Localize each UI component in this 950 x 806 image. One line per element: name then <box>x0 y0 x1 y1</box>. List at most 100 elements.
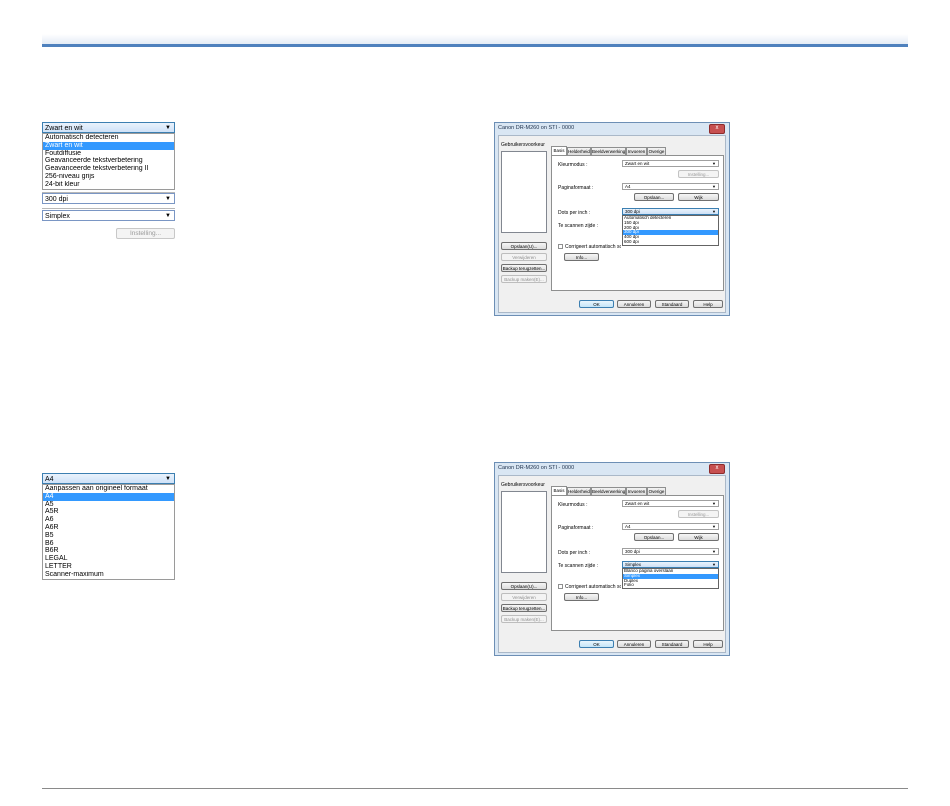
list-option[interactable]: Folio <box>623 583 718 588</box>
dpi-label: Dots per inch : <box>558 550 591 556</box>
color-mode-value: Zwart en wit <box>625 501 650 506</box>
page-size-list[interactable]: Aanpassen aan origineel formaat A4 A5 A5R A6… <box>42 484 175 580</box>
backup-make-button[interactable]: Backup maken(E)... <box>501 615 547 623</box>
scanner-dialog-side: Canon DR-M260 on STI - 0000 x Gebruikers… <box>494 462 730 656</box>
footer-rule <box>42 788 908 789</box>
color-mode-label: Kleurmodus : <box>558 502 588 508</box>
page-size-label: Paginaformaat : <box>558 525 594 531</box>
cancel-button[interactable]: Annuleren <box>617 300 651 308</box>
list-option[interactable]: A4 <box>43 492 174 501</box>
info-button[interactable]: Info... <box>564 593 599 601</box>
list-option[interactable]: 24-bit kleur <box>43 181 174 189</box>
dpi-dropdown[interactable]: 300 dpi ▼ <box>622 548 719 555</box>
dpi-dropdown[interactable]: 300 dpi ▼ <box>622 208 719 215</box>
backup-restore-button[interactable]: Backup terugzetten... <box>501 604 547 612</box>
tab-helderheid[interactable]: Helderheid <box>567 487 591 495</box>
page-size-combo[interactable]: A4 ▼ <box>42 473 175 484</box>
cancel-button[interactable]: Annuleren <box>617 640 651 648</box>
ok-button[interactable]: OK <box>579 300 614 308</box>
dialog-title: Canon DR-M260 on STI - 0000 <box>498 125 575 131</box>
tab-panel-basis: Kleurmodus : Zwart en wit ▼ Instelling...… <box>551 495 724 631</box>
help-button[interactable]: Help <box>693 640 723 648</box>
help-button[interactable]: Help <box>693 300 723 308</box>
tab-beeldverwerking[interactable]: Beeldverwerking <box>591 487 626 495</box>
dpi-value: 300 dpi <box>45 196 68 203</box>
tab-basis[interactable]: Basis <box>551 146 567 155</box>
list-option[interactable]: LEGAL <box>43 555 174 563</box>
list-option[interactable]: 600 dpi <box>623 240 718 245</box>
dpi-combo[interactable]: 300 dpi ▼ <box>42 193 175 204</box>
list-option[interactable]: A5 <box>43 501 174 509</box>
close-icon[interactable]: x <box>709 464 725 474</box>
save-size-button[interactable]: Opslaan... <box>634 193 674 201</box>
delete-size-button[interactable]: Wijk <box>678 193 719 201</box>
list-option[interactable]: B5 <box>43 532 174 540</box>
side-value: Simplex <box>625 562 642 567</box>
profiles-list[interactable] <box>501 151 547 233</box>
list-option[interactable]: A6R <box>43 524 174 532</box>
list-option[interactable]: A5R <box>43 508 174 516</box>
delete-profile-button[interactable]: Verwijderen <box>501 593 547 601</box>
tab-basis[interactable]: Basis <box>551 486 567 495</box>
default-button[interactable]: Standaard <box>655 300 689 308</box>
separator <box>42 208 175 209</box>
list-option[interactable]: Scanner-maximum <box>43 571 174 579</box>
list-option[interactable]: A6 <box>43 516 174 524</box>
list-option[interactable]: Automatisch detecteren <box>43 134 174 142</box>
list-option[interactable]: Foutdiffusie <box>43 150 174 158</box>
color-mode-dropdown[interactable]: Zwart en wit ▼ <box>622 160 719 167</box>
deskew-checkbox[interactable] <box>558 584 563 589</box>
list-option[interactable]: Zwart en wit <box>43 141 174 150</box>
close-icon[interactable]: x <box>709 124 725 134</box>
tab-beeldverwerking[interactable]: Beeldverwerking <box>591 147 626 155</box>
tab-invoeren[interactable]: Invoeren <box>626 487 647 495</box>
side-dropdown[interactable]: Simplex ▼ <box>622 561 719 568</box>
setting-button[interactable]: Instelling... <box>678 510 719 518</box>
delete-profile-button[interactable]: Verwijderen <box>501 253 547 261</box>
page-size-dropdown[interactable]: A4 ▼ <box>622 183 719 190</box>
add-profile-button[interactable]: Opslaan(U)... <box>501 582 547 590</box>
setting-button[interactable]: Instelling... <box>678 170 719 178</box>
color-mode-dropdown[interactable]: Zwart en wit ▼ <box>622 500 719 507</box>
page-size-value: A4 <box>45 476 54 483</box>
header-shade <box>42 34 908 44</box>
list-option[interactable]: Geavanceerde tekstverbetering II <box>43 165 174 173</box>
info-button[interactable]: Info... <box>564 253 599 261</box>
page-size-dropdown[interactable]: A4 ▼ <box>622 523 719 530</box>
side-options-list[interactable]: Blanco pagina overslaan Simplex Duplex Foli… <box>622 568 719 589</box>
dpi-options-list[interactable]: Automatisch detecteren 150 dpi 200 dpi 300 … <box>622 215 719 246</box>
dpi-label: Dots per inch : <box>558 210 591 216</box>
color-mode-list[interactable]: Automatisch detecteren Zwart en wit Foutdi… <box>42 133 175 190</box>
backup-restore-button[interactable]: Backup terugzetten... <box>501 264 547 272</box>
header-rule <box>42 44 908 47</box>
backup-make-button[interactable]: Backup maken(E)... <box>501 275 547 283</box>
color-mode-value: Zwart en wit <box>45 125 83 132</box>
profiles-list[interactable] <box>501 491 547 573</box>
deskew-label: Corrigeert automatisch scheef ingevoerde… <box>565 244 621 250</box>
list-option[interactable]: 256-niveau grijs <box>43 173 174 181</box>
list-option[interactable]: Geavanceerde tekstverbetering <box>43 157 174 165</box>
list-option[interactable]: Aanpassen aan origineel formaat <box>43 485 174 493</box>
side-label: Te scannen zijde : <box>558 223 599 229</box>
delete-size-button[interactable]: Wijk <box>678 533 719 541</box>
tab-overige[interactable]: Overige <box>647 487 666 495</box>
tab-overige[interactable]: Overige <box>647 147 666 155</box>
color-mode-combo[interactable]: Zwart en wit ▼ <box>42 122 175 133</box>
chevron-down-icon: ▼ <box>712 184 716 189</box>
save-size-button[interactable]: Opslaan... <box>634 533 674 541</box>
page-size-value: A4 <box>625 184 631 189</box>
add-profile-button[interactable]: Opslaan(U)... <box>501 242 547 250</box>
list-option[interactable]: LETTER <box>43 563 174 571</box>
chevron-down-icon: ▼ <box>712 549 716 554</box>
list-option[interactable]: B6R <box>43 547 174 555</box>
tab-invoeren[interactable]: Invoeren <box>626 147 647 155</box>
deskew-checkbox[interactable] <box>558 244 563 249</box>
setting-button[interactable]: Instelling... <box>116 228 175 239</box>
tab-helderheid[interactable]: Helderheid <box>567 147 591 155</box>
list-option[interactable]: B6 <box>43 540 174 548</box>
default-button[interactable]: Standaard <box>655 640 689 648</box>
ok-button[interactable]: OK <box>579 640 614 648</box>
side-combo[interactable]: Simplex ▼ <box>42 210 175 221</box>
profiles-label: Gebruikersvoorkeur <box>501 142 545 148</box>
color-mode-label: Kleurmodus : <box>558 162 588 168</box>
